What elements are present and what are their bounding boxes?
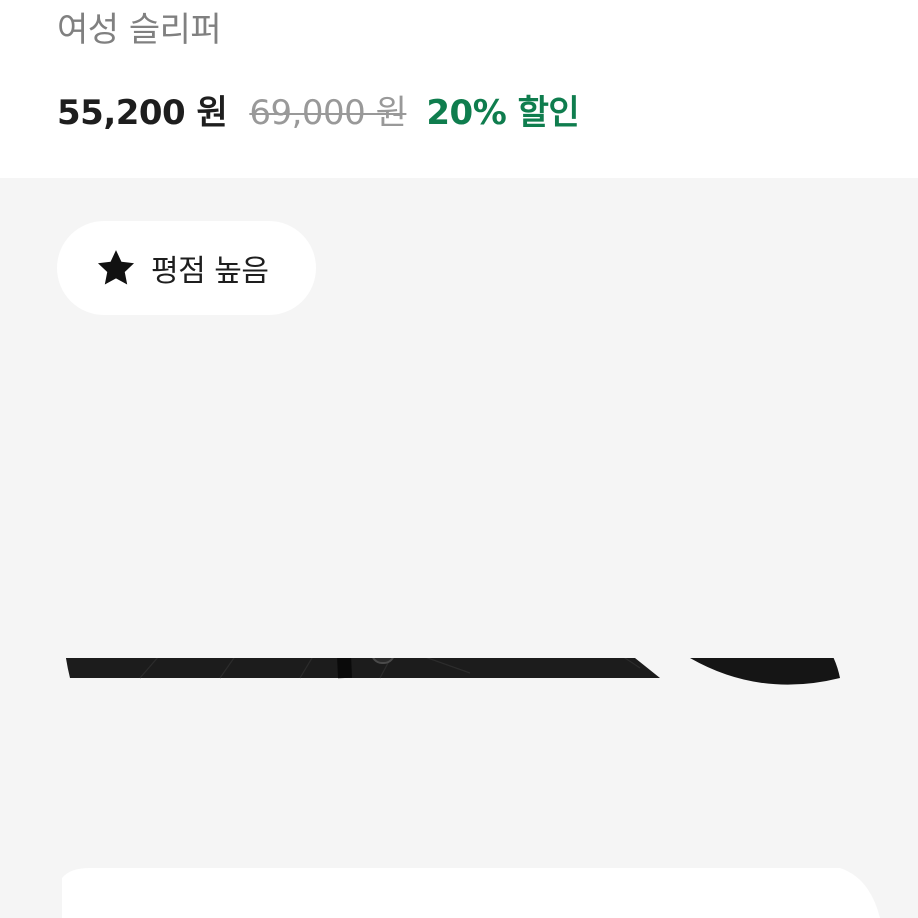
product-image-area[interactable]: 평점 높음 bbox=[0, 178, 918, 918]
slipper-image bbox=[62, 658, 880, 918]
price-row: 55,200 원 69,000 원 20% 할인 bbox=[57, 85, 580, 134]
rating-badge: 평점 높음 bbox=[57, 221, 317, 315]
sale-price: 55,200 원 bbox=[57, 93, 228, 133]
product-subtitle: 여성 슬리퍼 bbox=[57, 10, 222, 50]
discount-rate: 20% 할인 bbox=[426, 93, 580, 133]
rating-badge-label: 평점 높음 bbox=[151, 254, 269, 289]
original-price: 69,000 원 bbox=[249, 93, 407, 133]
star-icon bbox=[95, 247, 137, 289]
